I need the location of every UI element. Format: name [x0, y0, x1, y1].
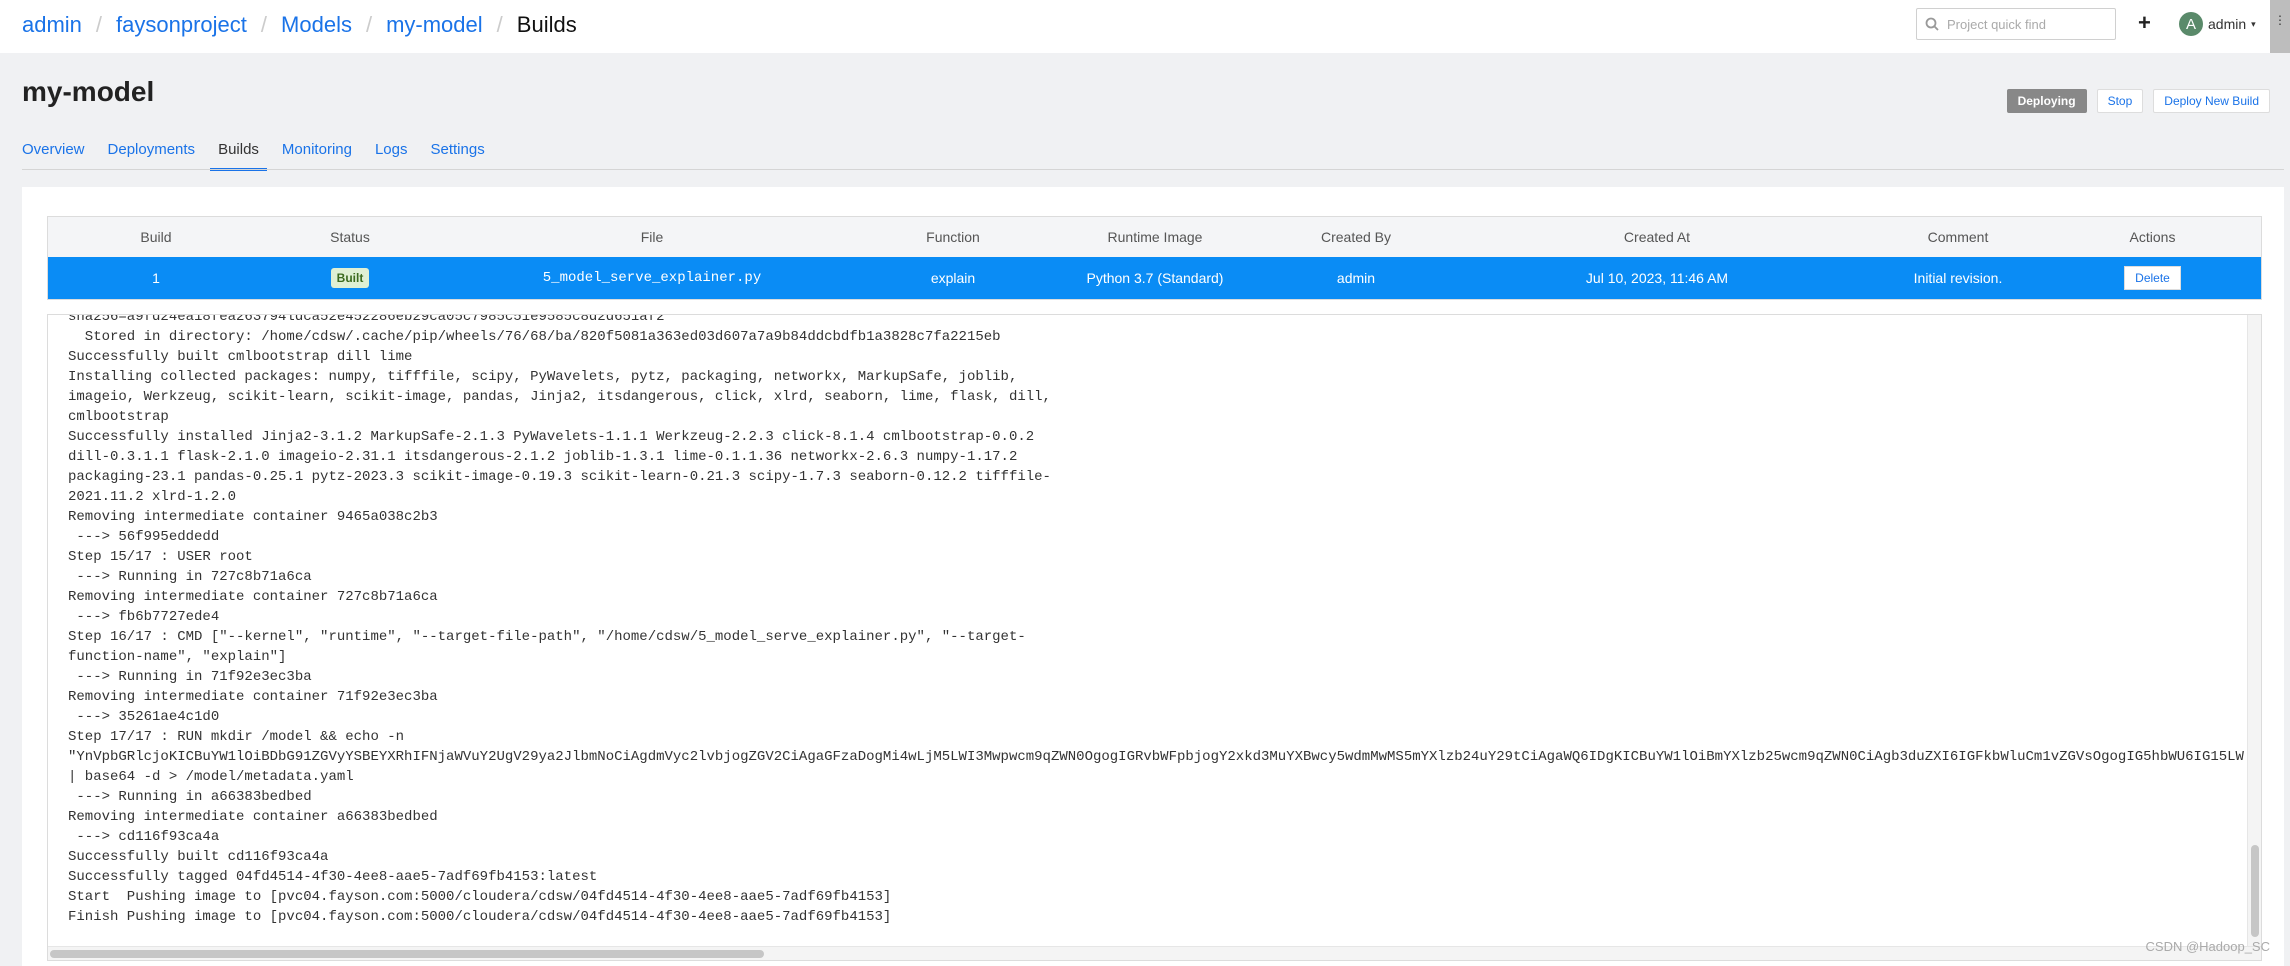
column-header: Status [330, 229, 370, 245]
user-name: admin [2208, 16, 2247, 32]
project-search[interactable] [1916, 8, 2116, 40]
builds-table: Build Status File Function Runtime Image… [47, 216, 2262, 300]
column-header: Build [140, 229, 172, 245]
breadcrumb-model[interactable]: my-model [386, 10, 483, 40]
breadcrumb-models[interactable]: Models [281, 10, 352, 40]
column-header: Comment [1927, 229, 1989, 245]
deploying-status-badge: Deploying [2006, 89, 2087, 113]
runtime-image: Python 3.7 (Standard) [1086, 270, 1224, 286]
created-at: Jul 10, 2023, 11:46 AM [1585, 270, 1729, 286]
table-row[interactable]: 1 Built 5_model_serve_explainer.py expla… [48, 257, 2261, 299]
status-cell: Built [264, 268, 436, 288]
breadcrumb-separator: / [365, 12, 373, 37]
avatar: A [2179, 12, 2203, 36]
breadcrumb-separator: / [260, 12, 268, 37]
deploy-new-build-button[interactable]: Deploy New Build [2153, 89, 2270, 113]
scrollbar-thumb[interactable] [50, 950, 764, 958]
search-input[interactable] [1947, 16, 2107, 32]
horizontal-scrollbar[interactable] [48, 946, 2261, 960]
tab-builds[interactable]: Builds [210, 138, 267, 171]
column-header: Runtime Image [1107, 229, 1203, 245]
breadcrumb-project[interactable]: faysonproject [116, 10, 247, 40]
column-header: File [640, 229, 664, 245]
vertical-scrollbar[interactable] [2247, 315, 2261, 948]
delete-button[interactable]: Delete [2124, 266, 2181, 290]
actions-cell: Delete [2042, 266, 2263, 290]
search-icon [1925, 17, 1939, 31]
build-log[interactable]: sha256=a9fd24ea18fea263794ldca52e452286e… [47, 314, 2262, 961]
more-icon[interactable]: ⋮ [2270, 0, 2290, 53]
column-header: Actions [2129, 229, 2176, 245]
breadcrumb-admin[interactable]: admin [22, 10, 82, 40]
breadcrumb-current: Builds [516, 12, 577, 37]
column-header: Function [926, 229, 980, 245]
breadcrumb-separator: / [95, 12, 103, 37]
column-header: Created By [1320, 229, 1392, 245]
breadcrumb: admin / faysonproject / Models / my-mode… [22, 10, 577, 40]
column-header: Created At [1623, 229, 1691, 245]
plus-icon[interactable]: + [2138, 10, 2151, 36]
watermark: CSDN @Hadoop_SC [2145, 939, 2270, 954]
caret-down-icon: ▾ [2251, 18, 2256, 29]
function-name: explain [930, 270, 976, 286]
model-actions: Deploying Stop Deploy New Build [2006, 89, 2270, 113]
top-bar: admin / faysonproject / Models / my-mode… [0, 0, 2290, 53]
stop-button[interactable]: Stop [2096, 89, 2144, 113]
comment: Initial revision. [1913, 270, 2003, 286]
status-badge: Built [330, 268, 370, 288]
file-name: 5_model_serve_explainer.py [542, 270, 762, 286]
scrollbar-thumb[interactable] [2251, 845, 2259, 937]
tab-deployments[interactable]: Deployments [108, 138, 196, 171]
table-header: Build Status File Function Runtime Image… [48, 217, 2261, 257]
page-title: my-model [22, 76, 155, 107]
tab-settings[interactable]: Settings [431, 138, 485, 171]
build-log-text: sha256=a9fd24ea18fea263794ldca52e452286e… [68, 314, 2244, 925]
tabs: Overview Deployments Builds Monitoring L… [22, 138, 508, 171]
tab-logs[interactable]: Logs [375, 138, 408, 171]
breadcrumb-separator: / [496, 12, 503, 37]
user-menu[interactable]: A admin ▾ [2179, 12, 2256, 36]
tab-divider [22, 169, 2284, 170]
tab-overview[interactable]: Overview [22, 138, 85, 171]
created-by: admin [1336, 270, 1376, 286]
tab-monitoring[interactable]: Monitoring [282, 138, 352, 171]
build-number: 1 [152, 270, 160, 286]
